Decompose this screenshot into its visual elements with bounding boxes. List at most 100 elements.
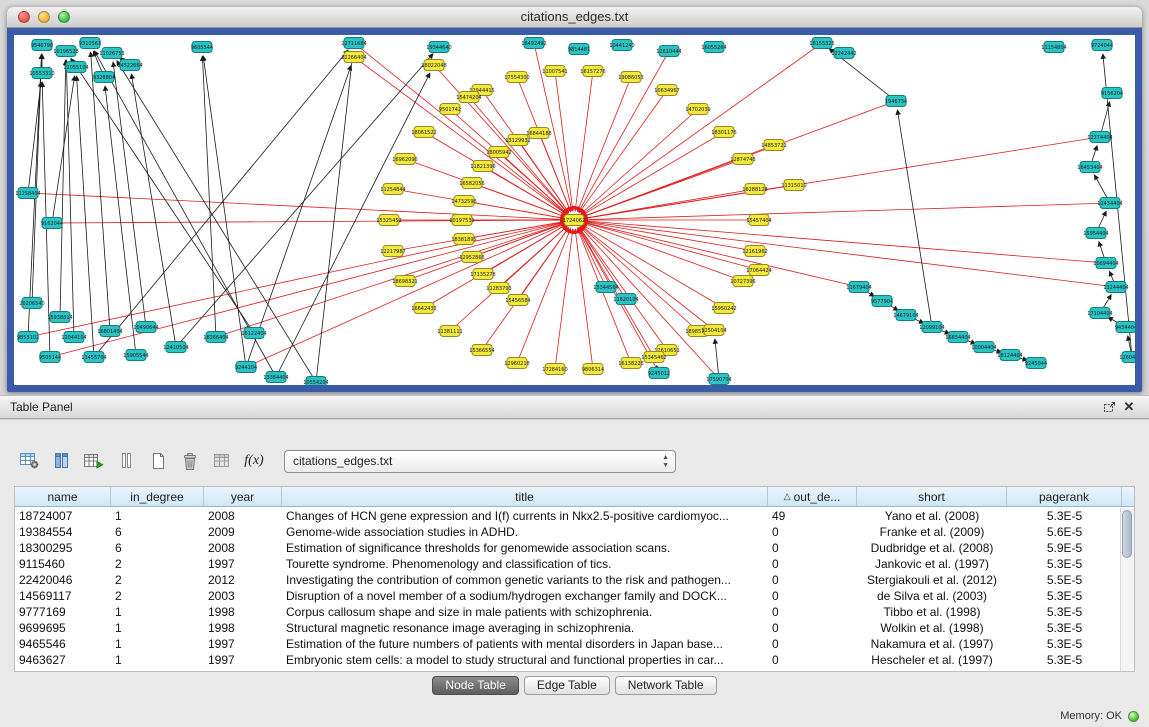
graph-edge[interactable] <box>897 110 932 327</box>
graph-node[interactable]: 9806314 <box>582 364 604 375</box>
graph-node[interactable]: 17135278 <box>470 269 495 280</box>
table-row[interactable]: 946554611997Estimation of the future num… <box>15 636 1120 652</box>
graph-edge[interactable] <box>28 193 565 220</box>
graph-node[interactable]: 12610444 <box>656 46 681 57</box>
graph-edge[interactable] <box>469 97 568 213</box>
graph-node[interactable]: 11315010 <box>781 180 806 191</box>
graph-node[interactable]: 18061522 <box>411 127 436 138</box>
graph-edge[interactable] <box>246 65 351 367</box>
graph-node[interactable]: 12099104 <box>919 322 944 333</box>
graph-node[interactable]: 14853721 <box>761 140 786 151</box>
graph-node[interactable]: 1724062 <box>563 215 585 226</box>
graph-node[interactable]: 12044104 <box>61 332 86 343</box>
graph-node[interactable]: 22711684 <box>341 38 366 49</box>
graph-node[interactable]: 12952866 <box>459 252 484 263</box>
graph-node[interactable]: 9546790 <box>31 40 53 51</box>
graph-node[interactable]: 12960218 <box>504 358 529 369</box>
graph-node[interactable]: 10694404 <box>1093 258 1118 269</box>
graph-node[interactable]: 15474204 <box>456 92 481 103</box>
graph-node[interactable]: 11026753 <box>99 48 124 59</box>
delete-table-icon[interactable] <box>208 447 236 475</box>
graph-node[interactable]: 18005942 <box>486 147 511 158</box>
table-row[interactable]: 946362711997Embryonic stem cells: a mode… <box>15 652 1120 668</box>
graph-node[interactable]: 10004404 <box>971 342 996 353</box>
graph-edge[interactable] <box>176 54 433 347</box>
graph-node[interactable]: 9162044 <box>41 218 63 229</box>
graph-node[interactable]: 14732596 <box>451 196 476 207</box>
function-builder-icon[interactable]: f(x) <box>240 447 268 475</box>
graph-node[interactable]: 17284160 <box>542 364 567 375</box>
table-row[interactable]: 1938455462009Genome-wide association stu… <box>15 524 1120 540</box>
graph-node[interactable]: 16642433 <box>411 303 436 314</box>
graph-node[interactable]: 22266404 <box>341 52 366 63</box>
graph-edge[interactable] <box>715 339 719 379</box>
graph-node[interactable]: 18155325 <box>809 38 834 49</box>
table-row[interactable]: 1456911722003Disruption of a novel membe… <box>15 588 1120 604</box>
graph-node[interactable]: 19086053 <box>618 72 643 83</box>
graph-node[interactable]: 9505144 <box>39 352 61 363</box>
graph-edge[interactable] <box>581 226 698 331</box>
graph-node[interactable]: 11154804 <box>1041 42 1066 53</box>
graph-node[interactable]: 16453404 <box>1077 162 1102 173</box>
graph-node[interactable]: 9853102 <box>17 332 39 343</box>
table-row[interactable]: 1872400712008Changes of HCN gene express… <box>15 508 1120 524</box>
graph-node[interactable]: 10197531 <box>449 215 474 226</box>
graph-edge[interactable] <box>105 86 136 355</box>
column-header-pagerank[interactable]: pagerank <box>1007 487 1122 506</box>
graph-node[interactable]: 18698321 <box>392 276 417 287</box>
graph-node[interactable]: 17590704 <box>706 374 731 385</box>
column-header-out_de[interactable]: △out_de... <box>768 487 857 506</box>
graph-node[interactable]: 12604404 <box>1119 352 1135 363</box>
graph-node[interactable]: 9244104 <box>235 362 257 373</box>
column-header-title[interactable]: title <box>282 487 768 506</box>
graph-node[interactable]: 20206540 <box>19 298 44 309</box>
graph-edge[interactable] <box>60 60 66 317</box>
graph-edge[interactable] <box>583 221 1116 287</box>
graph-node[interactable]: 11620104 <box>613 294 638 305</box>
graph-node[interactable]: 17104404 <box>1087 308 1112 319</box>
import-table-icon[interactable] <box>80 447 108 475</box>
table-row[interactable]: 911546021997Tourette syndrome. Phenomeno… <box>15 556 1120 572</box>
graph-node[interactable]: 15938814 <box>47 312 72 323</box>
zoom-button[interactable] <box>58 11 70 23</box>
column-header-year[interactable]: year <box>204 487 282 506</box>
graph-node[interactable]: 12242442 <box>831 48 856 59</box>
graph-edge[interactable] <box>131 74 176 347</box>
float-panel-icon[interactable] <box>1099 399 1119 415</box>
tab-edge-table[interactable]: Edge Table <box>524 676 610 695</box>
graph-node[interactable]: 9577904 <box>871 296 893 307</box>
graph-node[interactable]: 12874748 <box>730 154 755 165</box>
graph-edge[interactable] <box>113 62 146 327</box>
graph-edge[interactable] <box>216 223 565 337</box>
graph-edge[interactable] <box>555 229 573 369</box>
graph-node[interactable]: 12504104 <box>701 325 726 336</box>
graph-edge[interactable] <box>434 65 568 213</box>
graph-node[interactable]: 18301176 <box>711 127 736 138</box>
graph-node[interactable]: 10554204 <box>303 377 328 386</box>
graph-node[interactable]: 15954404 <box>1083 228 1108 239</box>
graph-edge[interactable] <box>583 203 1110 220</box>
network-canvas[interactable]: 1724062154574041216196210727396159502421… <box>14 35 1135 385</box>
graph-edge[interactable] <box>578 228 606 287</box>
tab-node-table[interactable]: Node Table <box>432 676 519 695</box>
graph-node[interactable]: 16654404 <box>945 332 970 343</box>
graph-node[interactable]: 16288128 <box>742 184 767 195</box>
graph-node[interactable]: 9245012 <box>648 368 670 379</box>
graph-node[interactable]: 11821396 <box>470 161 495 172</box>
graph-edge[interactable] <box>71 58 254 333</box>
graph-node[interactable]: 15950242 <box>711 303 736 314</box>
graph-edge[interactable] <box>52 220 565 223</box>
graph-node[interactable]: 16582056 <box>459 178 484 189</box>
graph-node[interactable]: 11434404 <box>1097 198 1122 209</box>
graph-node[interactable]: 9434404 <box>1115 322 1135 333</box>
graph-node[interactable]: 10634967 <box>654 85 679 96</box>
graph-node[interactable]: 11007541 <box>542 66 567 77</box>
graph-node[interactable]: 11455704 <box>81 352 106 363</box>
graph-node[interactable]: 16844188 <box>526 128 551 139</box>
graph-node[interactable]: 19344640 <box>426 42 451 53</box>
graph-node[interactable]: 9501742 <box>439 104 461 115</box>
graph-node[interactable]: 9328804 <box>93 72 115 83</box>
graph-node[interactable]: 12410504 <box>163 342 188 353</box>
graph-edge[interactable] <box>575 71 593 211</box>
graph-edge[interactable] <box>579 90 667 213</box>
